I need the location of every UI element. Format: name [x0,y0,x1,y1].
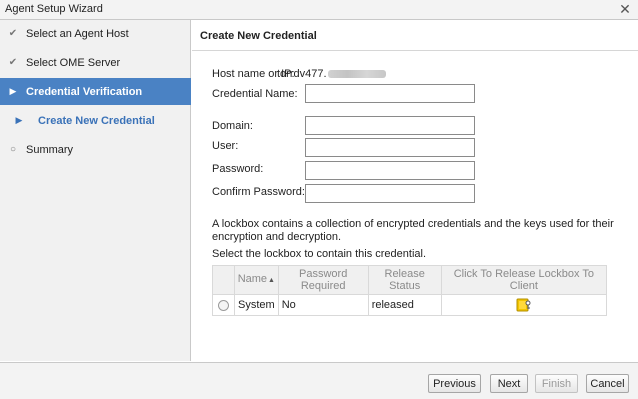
checkmark-icon: ✔ [8,57,18,68]
name-column-label: Name [237,273,268,285]
release-status-column-header[interactable]: Release Status [367,265,442,295]
table-header-row: Name▲ Password Required Release Status C… [212,265,608,295]
step-select-ome-server[interactable]: ✔ Select OME Server [0,49,191,76]
page-title: Create New Credential [200,30,317,42]
redacted-host-suffix [327,70,386,79]
domain-label: Domain: [212,120,253,132]
confirm-password-input[interactable] [305,184,475,203]
step-select-agent-host[interactable]: ✔ Select an Agent Host [0,20,191,47]
lockbox-description: A lockbox contains a collection of encry… [212,218,614,243]
step-create-new-credential[interactable]: ▶ Create New Credential [0,107,191,134]
release-status-cell: released [367,294,442,316]
wizard-footer: Previous Next Finish Cancel [0,362,638,399]
lockbox-name-cell: System [234,294,279,316]
host-value-text: torrdv477. [277,68,327,80]
lockbox-prompt: Select the lockbox to contain this crede… [212,248,427,260]
panel-header: Create New Credential [192,20,638,51]
user-input[interactable] [305,138,475,157]
wizard-steps-sidebar: ✔ Select an Agent Host ✔ Select OME Serv… [0,20,191,361]
cancel-button[interactable]: Cancel [586,374,629,393]
confirm-password-label: Confirm Password: [212,186,305,198]
domain-input[interactable] [305,116,475,135]
lockbox-table: Name▲ Password Required Release Status C… [212,265,608,316]
user-label: User: [212,140,239,152]
circle-bullet-icon: ○ [9,144,17,155]
host-value: torrdv477. [277,68,386,80]
row-select-cell [212,294,235,316]
step-summary[interactable]: ○ Summary [0,136,191,163]
name-column-header[interactable]: Name▲ [234,265,279,295]
select-column-header [212,265,235,295]
close-icon[interactable]: ✕ [618,1,632,17]
title-bar: Agent Setup Wizard ✕ [0,0,638,20]
step-label: Select an Agent Host [26,27,129,40]
password-input[interactable] [305,161,475,180]
step-label: Create New Credential [38,114,155,127]
finish-button[interactable]: Finish [535,374,578,393]
step-credential-verification[interactable]: ▶ Credential Verification [0,78,191,105]
step-label: Summary [26,143,74,156]
credential-name-label: Credential Name: [212,88,298,100]
previous-button[interactable]: Previous [428,374,481,393]
sort-ascending-icon: ▲ [268,277,275,284]
password-required-cell: No [277,294,369,316]
checkmark-icon: ✔ [8,28,18,39]
lockbox-radio[interactable] [218,299,229,311]
arrow-right-icon: ▶ [15,115,23,125]
arrow-right-icon: ▶ [9,86,17,96]
step-label: Credential Verification [26,85,143,98]
lockbox-release-icon[interactable] [516,298,532,312]
password-label: Password: [212,163,264,175]
step-label: Select OME Server [26,56,121,69]
table-row[interactable]: System No released [212,294,608,316]
window-title: Agent Setup Wizard [5,3,103,15]
release-action-cell [440,294,608,316]
next-button[interactable]: Next [490,374,528,393]
main-panel: Create New Credential Host name or IP: t… [192,20,638,361]
release-lockbox-column-header[interactable]: Click To Release Lockbox To Client [440,265,608,295]
credential-name-input[interactable] [305,84,475,103]
password-required-column-header[interactable]: Password Required [277,265,369,295]
